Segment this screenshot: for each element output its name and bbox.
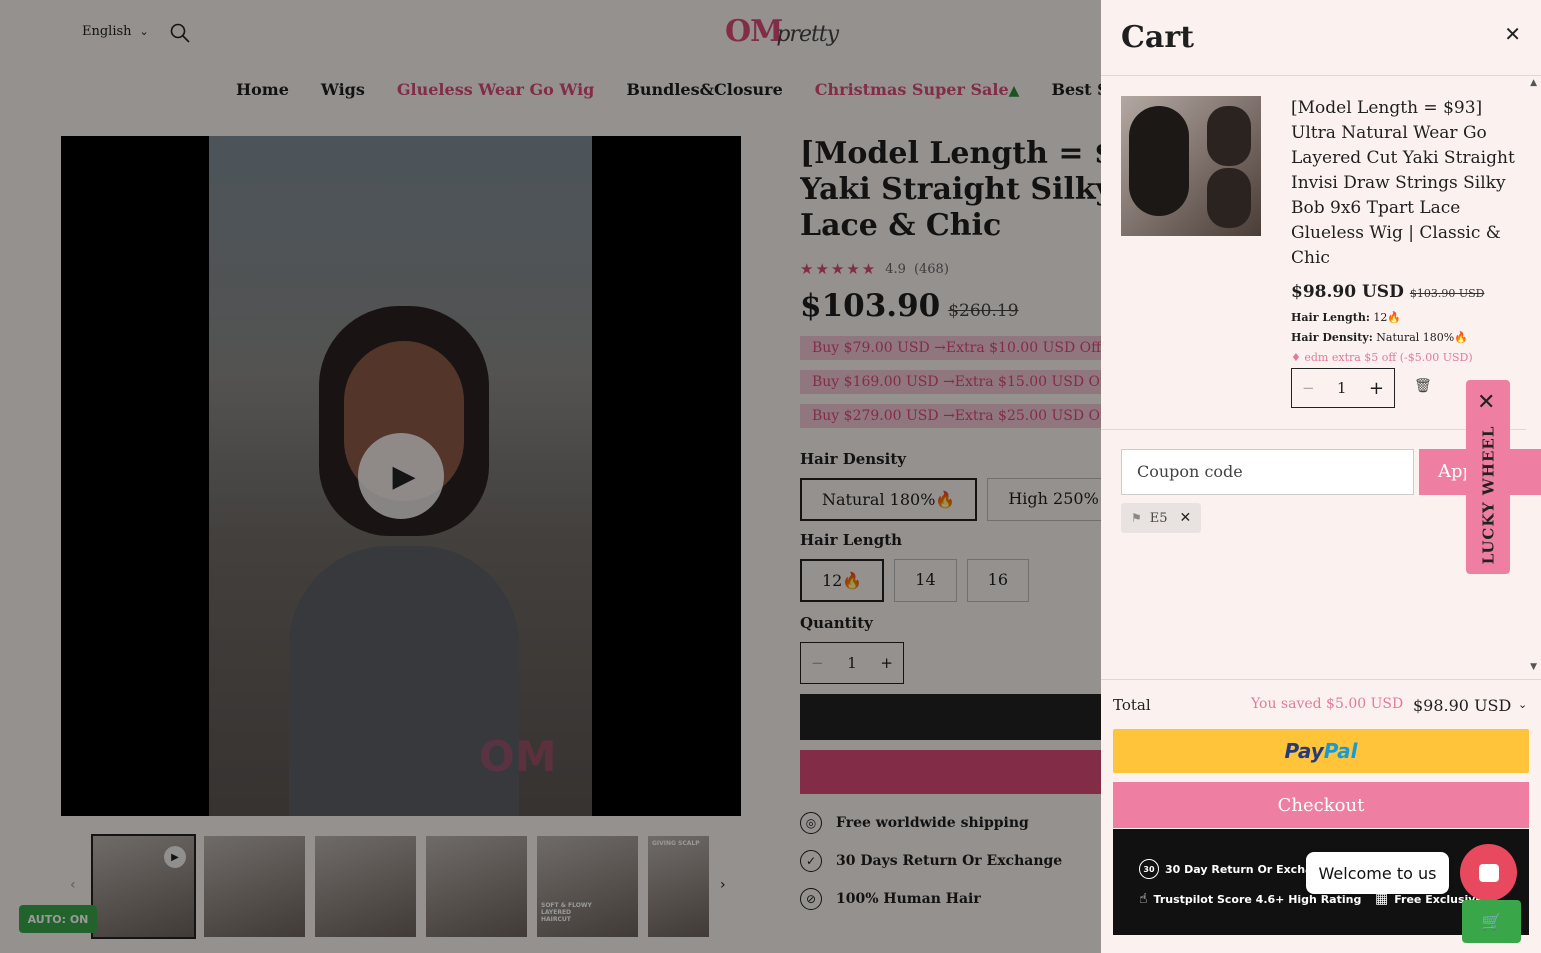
image-panel bbox=[1129, 106, 1189, 216]
cart-drawer: Cart ✕ ▲ [Model Length = $93] Ultra Natu… bbox=[1101, 0, 1541, 953]
cart-item-price-now: $98.90 USD bbox=[1291, 282, 1404, 302]
cart-icon: 🛒 bbox=[1481, 912, 1502, 931]
close-icon[interactable]: ✕ bbox=[1504, 22, 1521, 46]
page-overlay[interactable] bbox=[0, 0, 1101, 953]
image-panel bbox=[1207, 106, 1251, 166]
attr-value: Natural 180%🔥 bbox=[1376, 331, 1468, 344]
cart-item-discount: ♦ edm extra $5 off (-$5.00 USD) bbox=[1291, 351, 1473, 364]
tag-icon: ♦ bbox=[1291, 351, 1301, 364]
cart-title: Cart bbox=[1121, 20, 1194, 55]
thumbs-up-icon: ☝ bbox=[1139, 891, 1148, 907]
trust-text: Trustpilot Score 4.6+ High Rating bbox=[1153, 892, 1362, 906]
chat-welcome-bubble[interactable]: Welcome to us bbox=[1306, 852, 1449, 894]
attr-label: Hair Length: bbox=[1291, 311, 1370, 324]
coupon-input[interactable]: Coupon code bbox=[1121, 449, 1414, 495]
cart-header: Cart ✕ bbox=[1101, 0, 1541, 76]
cart-item-price: $98.90 USD $103.90 USD bbox=[1291, 282, 1484, 302]
attr-label: Hair Density: bbox=[1291, 331, 1373, 344]
applied-coupon-code: E5 bbox=[1149, 510, 1168, 526]
divider bbox=[1101, 429, 1526, 430]
scroll-up-icon[interactable]: ▲ bbox=[1530, 78, 1537, 88]
plus-icon[interactable]: + bbox=[1369, 378, 1384, 399]
chevron-down-icon[interactable]: ⌄ bbox=[1518, 698, 1527, 711]
lucky-wheel-tab[interactable]: ✕ LUCKY WHEEL bbox=[1466, 380, 1510, 574]
minus-icon[interactable]: − bbox=[1302, 379, 1315, 397]
image-panel bbox=[1207, 168, 1251, 228]
paypal-button[interactable]: Pay Pal bbox=[1113, 729, 1529, 773]
total-label: Total bbox=[1113, 696, 1151, 714]
scroll-down-icon[interactable]: ▼ bbox=[1530, 662, 1537, 672]
cart-quantity-value[interactable]: 1 bbox=[1337, 379, 1347, 397]
checkout-button[interactable]: Checkout bbox=[1113, 782, 1529, 828]
return-30-icon: 30 bbox=[1139, 859, 1159, 879]
attr-value: 12🔥 bbox=[1373, 311, 1402, 324]
cart-item-price-old: $103.90 USD bbox=[1409, 287, 1485, 300]
cart-item-density: Hair Density: Natural 180%🔥 bbox=[1291, 331, 1468, 344]
cart-quantity-stepper: − 1 + bbox=[1291, 368, 1395, 408]
trash-icon[interactable]: 🗑 bbox=[1414, 378, 1432, 394]
close-icon[interactable]: ✕ bbox=[1477, 390, 1495, 415]
cart-item-name[interactable]: [Model Length = $93] Ultra Natural Wear … bbox=[1291, 96, 1516, 271]
paypal-text-2: Pal bbox=[1323, 739, 1358, 763]
cart-fab-button[interactable]: 🛒 bbox=[1462, 900, 1521, 943]
applied-coupon-tag: ⚑ E5 ✕ bbox=[1121, 503, 1202, 533]
paypal-text-1: Pay bbox=[1284, 739, 1324, 763]
total-amount[interactable]: $98.90 USD bbox=[1413, 696, 1511, 715]
cart-item-length: Hair Length: 12🔥 bbox=[1291, 311, 1401, 324]
cart-item-image[interactable] bbox=[1121, 96, 1261, 236]
saved-amount: You saved $5.00 USD bbox=[1251, 696, 1404, 712]
lucky-wheel-label-wrap: LUCKY WHEEL bbox=[1468, 426, 1508, 565]
remove-coupon-icon[interactable]: ✕ bbox=[1180, 510, 1192, 526]
chat-button[interactable] bbox=[1460, 844, 1517, 901]
chat-icon bbox=[1478, 863, 1499, 882]
discount-text: edm extra $5 off (-$5.00 USD) bbox=[1304, 351, 1473, 364]
tag-icon: ⚑ bbox=[1131, 511, 1142, 525]
lucky-wheel-label: LUCKY WHEEL bbox=[1479, 425, 1497, 565]
